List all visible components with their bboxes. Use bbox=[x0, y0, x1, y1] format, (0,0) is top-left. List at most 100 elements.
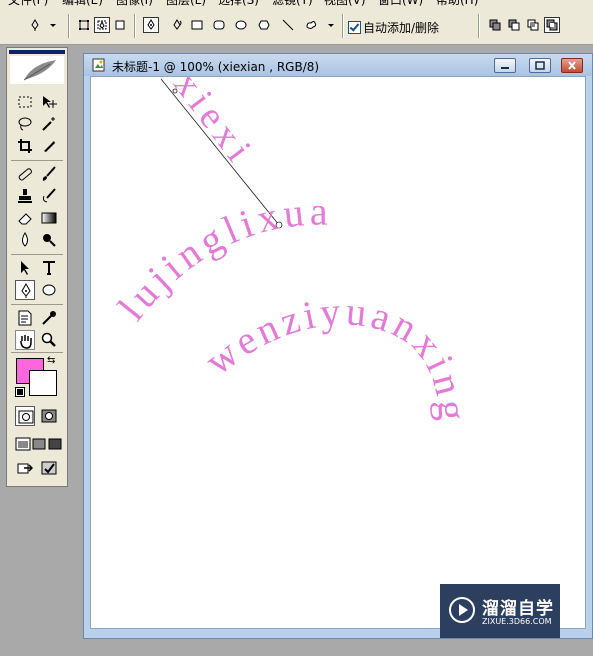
custom-shape-button[interactable] bbox=[303, 17, 319, 33]
close-button[interactable] bbox=[561, 58, 583, 73]
eraser-tool[interactable] bbox=[15, 208, 35, 228]
lasso-tool[interactable] bbox=[15, 114, 35, 134]
menu-file[interactable]: 文件(F) bbox=[8, 0, 48, 8]
diagonal-path-text: xiexi bbox=[165, 64, 256, 174]
watermark-name: 溜溜自学 bbox=[482, 599, 554, 619]
menu-help[interactable]: 帮助(H) bbox=[436, 0, 478, 8]
text-on-circle-path[interactable]: wenziyuanxing bbox=[196, 288, 475, 425]
hand-icon bbox=[20, 335, 32, 349]
type-tool[interactable] bbox=[39, 258, 59, 278]
history-brush-icon bbox=[42, 188, 56, 203]
pen-icon bbox=[21, 283, 31, 298]
menu-view[interactable]: 视图(V) bbox=[324, 0, 366, 8]
menu-layer[interactable]: 图层(L) bbox=[166, 0, 206, 8]
shape-layer-icon bbox=[79, 20, 89, 30]
polygon-icon bbox=[258, 20, 270, 30]
custom-shape-icon bbox=[306, 21, 317, 29]
quick-mask-icon bbox=[41, 409, 57, 423]
crop-tool[interactable] bbox=[15, 136, 35, 156]
eyedropper-icon bbox=[42, 311, 56, 325]
minimize-button[interactable] bbox=[494, 58, 516, 73]
line-button[interactable] bbox=[280, 17, 296, 33]
rounded-rectangle-button[interactable] bbox=[211, 17, 227, 33]
document-titlebar[interactable]: 未标题-1 @ 100% (xiexian , RGB/8) bbox=[84, 54, 592, 76]
notes-tool[interactable] bbox=[15, 308, 35, 328]
background-color-swatch[interactable] bbox=[29, 370, 57, 396]
screen-mode-full[interactable] bbox=[45, 434, 65, 454]
menu-window[interactable]: 窗口(W) bbox=[378, 0, 423, 8]
maximize-button[interactable] bbox=[529, 58, 551, 73]
default-colors-icon[interactable] bbox=[15, 387, 25, 397]
document-icon bbox=[92, 58, 105, 72]
intersect-path-button[interactable] bbox=[525, 17, 541, 33]
rounded-rectangle-icon bbox=[213, 20, 225, 30]
menu-filter[interactable]: 滤镜(T) bbox=[272, 0, 313, 8]
note-icon bbox=[18, 310, 32, 326]
shape-layers-button[interactable] bbox=[76, 17, 92, 33]
brush-icon bbox=[42, 166, 56, 181]
clone-stamp-tool[interactable] bbox=[15, 186, 35, 206]
fill-pixels-button[interactable] bbox=[112, 17, 128, 33]
ellipse-shape-tool[interactable] bbox=[39, 280, 59, 300]
maximize-icon bbox=[535, 61, 545, 70]
line-icon bbox=[282, 19, 294, 31]
menu-image[interactable]: 图像(I) bbox=[116, 0, 153, 8]
auto-add-delete-checkbox[interactable]: 自动添加/删除 bbox=[348, 19, 439, 36]
slice-tool[interactable] bbox=[39, 136, 59, 156]
path-selection-tool[interactable] bbox=[15, 258, 35, 278]
stamp-icon bbox=[18, 189, 32, 203]
gradient-icon bbox=[41, 212, 57, 224]
dodge-icon bbox=[43, 234, 56, 247]
subtract-path-button[interactable] bbox=[506, 17, 522, 33]
add-to-path-button[interactable] bbox=[487, 17, 503, 33]
quick-mask-button[interactable] bbox=[39, 406, 59, 426]
pen-tool-preset[interactable] bbox=[27, 17, 43, 33]
pen-tool[interactable] bbox=[15, 280, 35, 300]
image-canvas[interactable]: xiexi lujinglixua wenziyuanxing bbox=[90, 64, 586, 629]
history-brush-tool[interactable] bbox=[39, 186, 59, 206]
hand-tool[interactable] bbox=[15, 330, 35, 350]
rectangle-button[interactable] bbox=[189, 17, 205, 33]
text-on-diagonal-path[interactable]: xiexi bbox=[165, 64, 262, 174]
move-tool[interactable] bbox=[39, 92, 59, 112]
paths-button[interactable] bbox=[94, 17, 110, 33]
dodge-tool[interactable] bbox=[39, 230, 59, 250]
tool-preset-dropdown[interactable] bbox=[45, 17, 61, 33]
polygon-button[interactable] bbox=[256, 17, 272, 33]
blur-tool[interactable] bbox=[15, 230, 35, 250]
toolbox-titlebar[interactable] bbox=[9, 50, 65, 54]
water-drop-icon bbox=[22, 232, 28, 247]
zoom-tool[interactable] bbox=[39, 330, 59, 350]
ellipse-button[interactable] bbox=[233, 17, 249, 33]
slice-icon bbox=[44, 141, 55, 152]
document-window: 未标题-1 @ 100% (xiexian , RGB/8) xiexi luj… bbox=[83, 53, 593, 639]
magic-wand-tool[interactable] bbox=[39, 114, 59, 134]
imageready-button[interactable] bbox=[39, 458, 59, 478]
feather-icon bbox=[23, 60, 56, 81]
menu-edit[interactable]: 编辑(E) bbox=[62, 0, 103, 8]
feather-logo[interactable] bbox=[10, 56, 64, 84]
pen-tool-icon bbox=[31, 19, 39, 31]
standard-mode-button[interactable] bbox=[15, 406, 35, 426]
eyedropper-tool[interactable] bbox=[39, 308, 59, 328]
jump-to-imageready-button[interactable] bbox=[15, 458, 35, 478]
brush-tool[interactable] bbox=[39, 164, 59, 184]
rectangle-icon bbox=[191, 20, 203, 30]
minimize-icon bbox=[501, 67, 509, 69]
pen-button[interactable] bbox=[143, 17, 159, 33]
checkbox-checked-icon[interactable] bbox=[348, 21, 361, 34]
options-bar: 自动添加/删除 bbox=[0, 8, 593, 45]
marquee-tool[interactable] bbox=[15, 92, 35, 112]
healing-brush-tool[interactable] bbox=[15, 164, 35, 184]
swap-colors-icon[interactable]: ⇆ bbox=[47, 355, 55, 366]
eraser-icon bbox=[18, 213, 32, 225]
custom-shape-dropdown[interactable] bbox=[323, 17, 339, 33]
freeform-pen-button[interactable] bbox=[169, 17, 185, 33]
gradient-tool[interactable] bbox=[39, 208, 59, 228]
move-icon bbox=[43, 96, 57, 108]
standard-mode-icon bbox=[18, 410, 34, 424]
menu-select[interactable]: 选择(S) bbox=[218, 0, 259, 8]
arrow-icon bbox=[21, 261, 29, 275]
auto-add-delete-label: 自动添加/删除 bbox=[363, 21, 440, 35]
exclude-path-button[interactable] bbox=[544, 17, 560, 33]
